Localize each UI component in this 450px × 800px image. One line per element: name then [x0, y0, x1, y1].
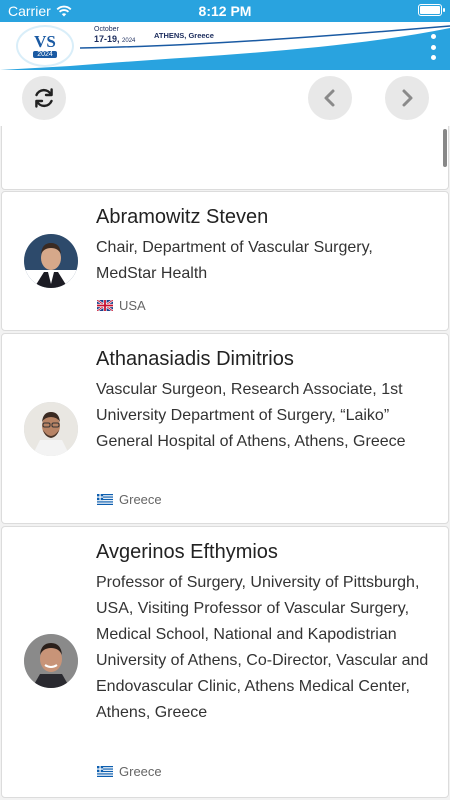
status-bar: Carrier 8:12 PM	[0, 0, 450, 22]
battery-icon	[418, 4, 445, 16]
refresh-icon	[35, 88, 53, 108]
speaker-avatar	[24, 234, 78, 288]
dot-icon	[430, 55, 436, 60]
speaker-role: Professor of Surgery, University of Pitt…	[96, 574, 429, 721]
event-dates: 17-19, 2024	[94, 34, 135, 44]
dot-icon	[430, 34, 436, 39]
list-item[interactable]	[1, 126, 449, 190]
previous-button[interactable]	[308, 76, 352, 120]
speaker-name: Abramowitz Steven	[96, 206, 269, 228]
dot-icon	[430, 44, 436, 50]
logo-mark: VS	[34, 32, 56, 51]
country-label: Greece	[119, 764, 162, 779]
speaker-country: USA	[97, 298, 146, 313]
speaker-country: Greece	[97, 492, 162, 507]
speaker-avatar	[24, 402, 78, 456]
app-header: VS 2024 October 17-19, 2024 ATHENS, Gree…	[0, 22, 450, 70]
speaker-avatar	[24, 634, 78, 688]
logo-year: 2024	[33, 51, 57, 58]
uk-flag-icon	[97, 300, 113, 311]
event-month: October	[94, 26, 119, 33]
toolbar	[0, 70, 450, 126]
speaker-card[interactable]: Athanasiadis Dimitrios Vascular Surgeon,…	[1, 333, 449, 524]
speaker-name: Athanasiadis Dimitrios	[96, 348, 294, 370]
event-logo[interactable]: VS 2024	[16, 25, 74, 67]
scrollbar[interactable]	[443, 129, 447, 167]
speaker-country: Greece	[97, 764, 162, 779]
more-menu-button[interactable]	[426, 34, 440, 60]
event-dates-text: 17-19,	[94, 34, 120, 44]
event-year: 2024	[122, 38, 136, 44]
speaker-role: Vascular Surgeon, Research Associate, 1s…	[96, 381, 406, 450]
speaker-name: Avgerinos Efthymios	[96, 541, 278, 563]
speaker-card[interactable]: Avgerinos Efthymios Professor of Surgery…	[1, 526, 449, 798]
chevron-right-icon	[402, 89, 413, 107]
speaker-card[interactable]: Abramowitz Steven Chair, Department of V…	[1, 191, 449, 331]
greece-flag-icon	[97, 766, 113, 777]
status-time: 8:12 PM	[198, 3, 252, 19]
speaker-photo	[24, 234, 78, 288]
refresh-button[interactable]	[22, 76, 66, 120]
speaker-list[interactable]: Abramowitz Steven Chair, Department of V…	[0, 126, 450, 800]
next-button[interactable]	[385, 76, 429, 120]
speaker-photo	[24, 402, 78, 456]
country-label: USA	[119, 298, 146, 313]
country-label: Greece	[119, 492, 162, 507]
speaker-role: Chair, Department of Vascular Surgery, M…	[96, 239, 373, 282]
event-city: ATHENS, Greece	[154, 31, 214, 40]
greece-flag-icon	[97, 494, 113, 505]
speaker-photo	[24, 634, 78, 688]
chevron-left-icon	[324, 89, 335, 107]
